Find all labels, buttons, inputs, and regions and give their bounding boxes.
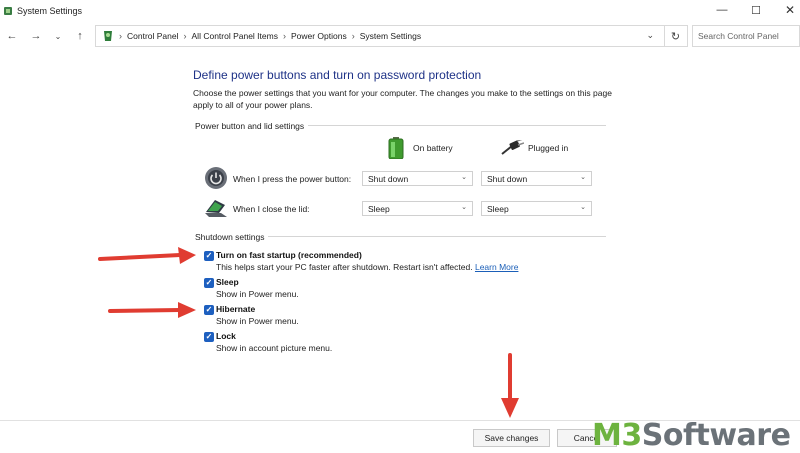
address-bar[interactable]: › Control Panel › All Control Panel Item… [95, 25, 665, 47]
forward-arrow-icon[interactable]: → [26, 24, 46, 48]
hibernate-description: Show in Power menu. [216, 316, 299, 326]
sleep-description: Show in Power menu. [216, 289, 299, 299]
chevron-down-icon: ⌄ [461, 174, 467, 181]
search-input[interactable]: Search Control Panel [692, 25, 800, 47]
power-section-header: Power button and lid settings [195, 121, 309, 131]
navigation-bar: ← → ⌄ ↑ › Control Panel › All Control Pa… [0, 24, 800, 48]
page-title: Define power buttons and turn on passwor… [193, 68, 482, 82]
red-arrow-icon [108, 302, 196, 318]
recent-locations-icon[interactable]: ⌄ [48, 24, 68, 48]
chevron-down-icon: ⌄ [580, 204, 586, 211]
page-description: Choose the power settings that you want … [193, 88, 612, 110]
power-button-icon [205, 167, 227, 189]
learn-more-link[interactable]: Learn More [475, 262, 518, 272]
battery-icon [388, 137, 404, 159]
lock-label: Lock [216, 331, 236, 341]
fast-startup-checkbox[interactable]: ✓ [204, 251, 214, 261]
minimize-button[interactable]: — [704, 0, 740, 20]
chevron-down-icon: ⌄ [580, 174, 586, 181]
m3-software-watermark: M3Software [592, 418, 791, 453]
sleep-label: Sleep [216, 277, 239, 287]
chevron-down-icon: ⌄ [461, 204, 467, 211]
fast-startup-label: Turn on fast startup (recommended) [216, 250, 362, 260]
power-plug-icon [501, 140, 524, 155]
close-lid-battery-select[interactable]: Sleep ⌄ [362, 201, 473, 216]
hibernate-checkbox[interactable]: ✓ [204, 305, 214, 315]
window-title: System Settings [17, 6, 83, 16]
shutdown-section-header: Shutdown settings [195, 232, 269, 242]
close-lid-label: When I close the lid: [233, 204, 310, 214]
lock-description: Show in account picture menu. [216, 343, 333, 353]
breadcrumb-power-options[interactable]: Power Options [291, 31, 347, 41]
close-button[interactable]: ✕ [772, 0, 800, 20]
close-lid-plugged-select[interactable]: Sleep ⌄ [481, 201, 592, 216]
red-arrow-icon [501, 353, 519, 418]
on-battery-header: On battery [388, 137, 453, 159]
power-button-plugged-select[interactable]: Shut down ⌄ [481, 171, 592, 186]
maximize-button[interactable]: ☐ [738, 0, 774, 20]
plugged-in-header: Plugged in [500, 140, 568, 156]
back-arrow-icon[interactable]: ← [2, 24, 22, 48]
save-changes-button[interactable]: Save changes [473, 429, 550, 447]
up-arrow-icon[interactable]: ↑ [70, 24, 90, 48]
breadcrumb-all-items[interactable]: All Control Panel Items [192, 31, 278, 41]
sleep-checkbox[interactable]: ✓ [204, 278, 214, 288]
power-button-label: When I press the power button: [233, 174, 352, 184]
breadcrumb-control-panel[interactable]: Control Panel [127, 31, 179, 41]
power-button-battery-select[interactable]: Shut down ⌄ [362, 171, 473, 186]
control-panel-icon [104, 31, 112, 41]
control-panel-icon [4, 7, 12, 15]
refresh-icon[interactable]: ↻ [664, 25, 688, 47]
hibernate-label: Hibernate [216, 304, 256, 314]
chevron-down-icon[interactable]: ⌄ [646, 30, 654, 41]
fast-startup-description: This helps start your PC faster after sh… [216, 262, 519, 272]
red-arrow-icon [98, 247, 196, 264]
laptop-lid-icon [205, 200, 227, 217]
lock-checkbox[interactable]: ✓ [204, 332, 214, 342]
title-bar: System Settings [0, 0, 800, 22]
breadcrumb-system-settings[interactable]: System Settings [360, 31, 421, 41]
